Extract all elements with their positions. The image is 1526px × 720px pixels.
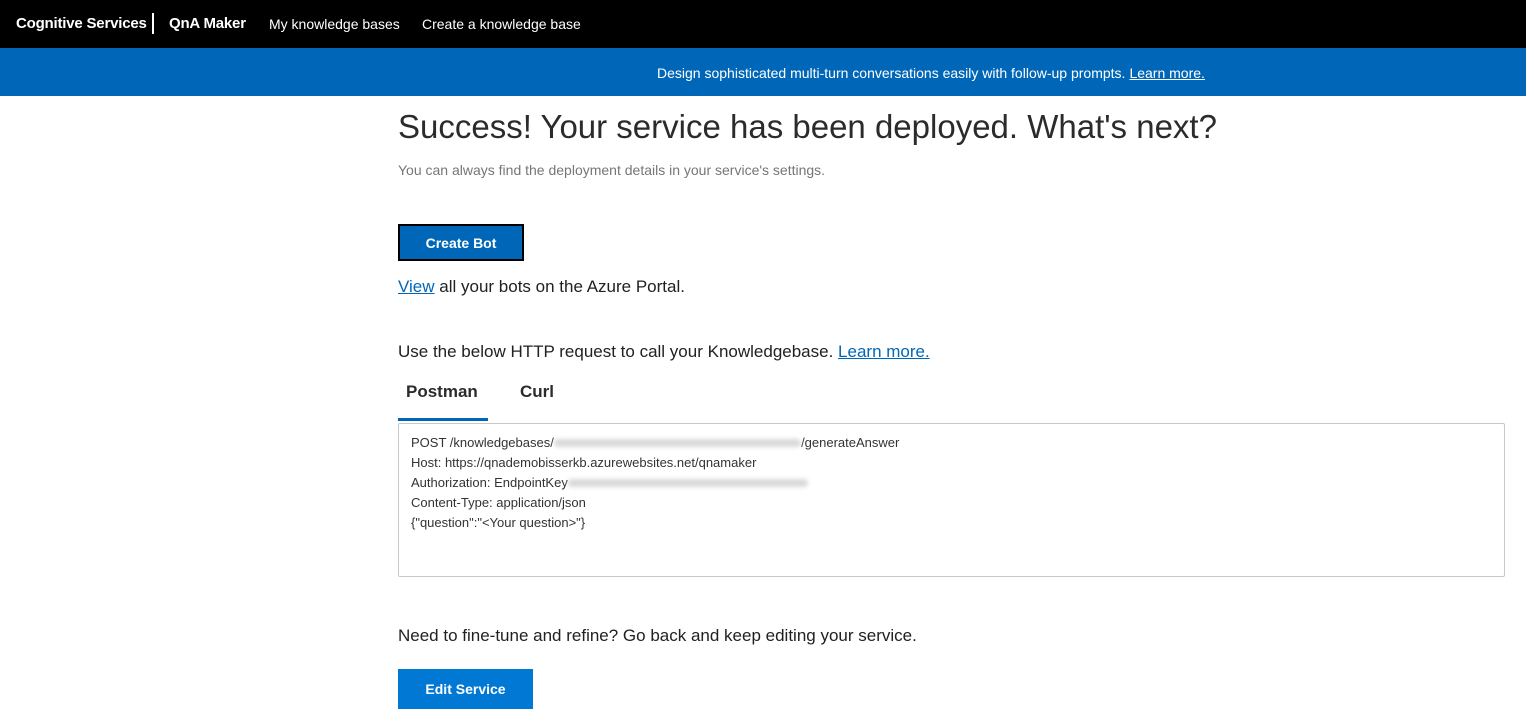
code-line-authorization: Authorization: EndpointKey a2dd5b6b-c6bf… [411, 473, 1492, 493]
page-subtitle: You can always find the deployment detai… [398, 162, 826, 178]
code-line-host: Host: https://qnademobisserkb.azurewebsi… [411, 455, 757, 470]
announcement-banner: Design sophisticated multi-turn conversa… [0, 48, 1526, 96]
tab-curl-label: Curl [520, 382, 554, 401]
view-bots-line: View all your bots on the Azure Portal. [398, 277, 685, 297]
redacted-kb-id: e4459d937-c303-46b7-84f6-9d6d5f51ac00 [554, 433, 801, 453]
cognitive-services-brand[interactable]: Cognitive Services [16, 15, 147, 32]
tab-postman-label: Postman [406, 382, 478, 401]
http-request-heading: Use the below HTTP request to call your … [398, 342, 930, 362]
create-bot-button[interactable]: Create Bot [398, 224, 524, 261]
http-request-code[interactable]: POST /knowledgebases/e4459d937-c303-46b7… [398, 423, 1505, 577]
banner-text: Design sophisticated multi-turn conversa… [657, 65, 1126, 81]
http-learn-more-link[interactable]: Learn more. [838, 342, 930, 361]
nav-my-knowledge-bases[interactable]: My knowledge bases [269, 16, 400, 32]
http-heading-text: Use the below HTTP request to call your … [398, 342, 834, 361]
code-post-suffix: /generateAnswer [801, 435, 900, 450]
tab-curl[interactable]: Curl [512, 372, 562, 420]
code-auth-prefix: Authorization: EndpointKey [411, 475, 568, 490]
code-post-prefix: POST /knowledgebases/ [411, 435, 554, 450]
code-line-body: {"question":"<Your question>"} [411, 515, 586, 530]
page-title: Success! Your service has been deployed.… [398, 108, 1217, 145]
view-bots-text: all your bots on the Azure Portal. [434, 277, 685, 296]
top-nav: Cognitive Services QnA Maker My knowledg… [0, 0, 1526, 48]
code-line-post: POST /knowledgebases/e4459d937-c303-46b7… [411, 433, 1492, 453]
redacted-endpoint-key: a2dd5b6b-c6bf-473e-99ad-11afb39e0b17 [568, 473, 808, 493]
brand-divider [152, 13, 154, 34]
banner-learn-more-link[interactable]: Learn more. [1129, 65, 1204, 81]
nav-create-knowledge-base[interactable]: Create a knowledge base [422, 16, 581, 32]
view-bots-link[interactable]: View [398, 277, 435, 296]
code-line-content-type: Content-Type: application/json [411, 495, 586, 510]
fine-tune-text: Need to fine-tune and refine? Go back an… [398, 626, 917, 645]
tab-postman[interactable]: Postman [398, 372, 488, 421]
qna-maker-product-link[interactable]: QnA Maker [169, 15, 246, 32]
edit-service-button[interactable]: Edit Service [398, 669, 533, 709]
active-tab-indicator [398, 418, 488, 421]
banner-message: Design sophisticated multi-turn conversa… [657, 65, 1205, 81]
